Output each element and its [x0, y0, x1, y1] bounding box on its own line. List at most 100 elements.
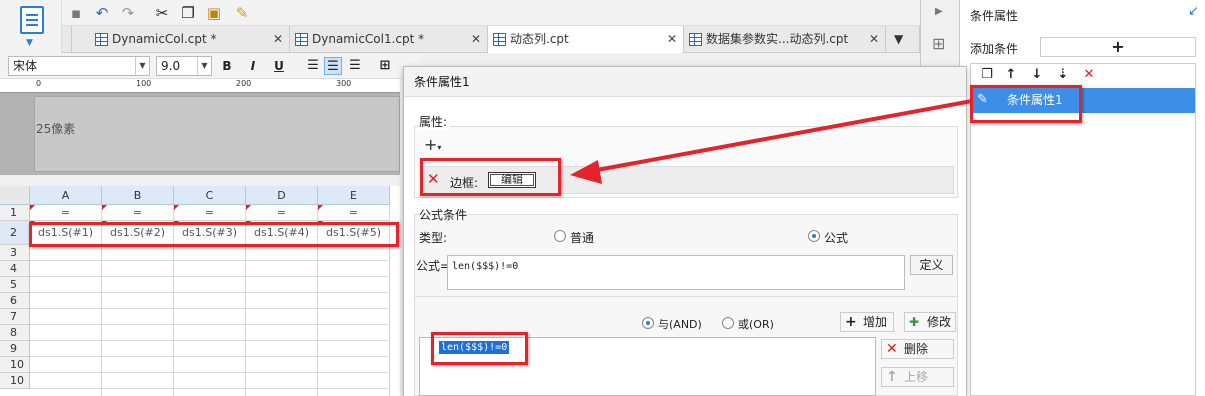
arrow-down-icon[interactable]: ↓ [1028, 66, 1046, 84]
border-icon[interactable]: ⊞ [376, 57, 394, 75]
row-header[interactable]: 4 [0, 261, 30, 277]
plus-icon: + [424, 135, 438, 154]
chevron-down-icon[interactable]: ▼ [197, 57, 211, 75]
tab-dynamiccol[interactable]: DynamicCol.cpt * ✕ [90, 26, 290, 53]
font-size-select[interactable]: 9.0 ▼ [156, 56, 212, 76]
and-radio[interactable] [642, 317, 654, 329]
empty-cells[interactable] [30, 245, 390, 396]
row-header[interactable]: 6 [0, 293, 30, 309]
column-header[interactable]: B [102, 186, 174, 205]
row-header[interactable]: 9 [0, 341, 30, 357]
cell-c1[interactable]: = [174, 205, 246, 221]
cell-e1[interactable]: = [318, 205, 390, 221]
properties-label: 属性: [419, 113, 451, 130]
dialog-title: 条件属性1 [414, 75, 470, 89]
file-tabs: DynamicCol.cpt * ✕ DynamicCol1.cpt * ✕ 动… [62, 26, 920, 53]
row-header[interactable]: 5 [0, 277, 30, 293]
table-icon [295, 33, 308, 46]
tab-dynamiccol1[interactable]: DynamicCol1.cpt * ✕ [290, 26, 488, 53]
column-header[interactable]: E [318, 186, 390, 205]
report-header-area[interactable] [34, 96, 400, 172]
column-header[interactable]: C [174, 186, 246, 205]
annotation-box-condition [970, 85, 1082, 123]
cut-icon[interactable]: ✂ [152, 3, 172, 23]
modify-button[interactable]: ✚ 修改 [904, 312, 956, 332]
table-icon [493, 33, 506, 46]
close-icon[interactable]: ✕ [869, 26, 879, 53]
cell-d1[interactable]: = [246, 205, 318, 221]
format-toolbar: 宋体 ▼ 9.0 ▼ B I U ☰ ☰ ☰ ⊞ [0, 53, 420, 79]
add-condition-item-button[interactable]: + 增加 [840, 312, 894, 332]
add-property-button[interactable]: +▾ [424, 136, 454, 154]
save-icon[interactable]: ▪ [66, 3, 86, 23]
add-condition-button[interactable]: + [1040, 37, 1196, 57]
delete-button[interactable]: ✕ 删除 [881, 339, 954, 359]
annotation-box-formula [431, 332, 528, 365]
arrow-up-icon: ↑ [886, 369, 898, 385]
add-condition-label: 添加条件 [970, 42, 1019, 56]
tab-label: DynamicCol.cpt * [112, 32, 217, 46]
cell-a1[interactable]: = [30, 205, 102, 221]
button-label: 增加 [863, 315, 888, 329]
type-formula-radio[interactable] [808, 230, 820, 242]
move-up-button[interactable]: ↑ 上移 [881, 367, 954, 387]
type-normal-radio[interactable] [554, 230, 566, 242]
italic-button[interactable]: I [244, 57, 262, 75]
ruler-tick: 0 [36, 79, 42, 88]
ruler-tick: 100 [136, 79, 152, 88]
or-label[interactable]: 或(OR) [738, 316, 774, 332]
undo-icon[interactable]: ↶ [92, 3, 112, 23]
type-normal-label[interactable]: 普通 [570, 229, 594, 246]
align-center-icon[interactable]: ☰ [324, 57, 342, 75]
and-label[interactable]: 与(AND) [658, 316, 702, 332]
format-brush-icon[interactable]: ✎ [232, 3, 252, 23]
formula-input[interactable]: len($$$)!=0 [447, 255, 905, 290]
tab-dongtailie[interactable]: 动态列.cpt ✕ [488, 26, 684, 53]
tab-label: DynamicCol1.cpt * [312, 32, 425, 46]
row-header[interactable]: 3 [0, 245, 30, 261]
type-formula-label[interactable]: 公式 [824, 229, 848, 246]
row-header[interactable]: 10 [0, 357, 30, 373]
redo-icon[interactable]: ↷ [118, 3, 138, 23]
bold-button[interactable]: B [218, 57, 236, 75]
corner-cell[interactable] [0, 186, 30, 205]
pin-icon[interactable]: ↙ [1188, 4, 1199, 19]
formula-label: 公式= [416, 259, 451, 273]
template-icon[interactable] [20, 6, 44, 34]
align-right-icon[interactable]: ☰ [346, 57, 364, 75]
delete-icon[interactable]: ✕ [1080, 66, 1098, 84]
button-label: 修改 [927, 315, 952, 329]
close-icon[interactable]: ✕ [471, 26, 481, 53]
or-radio[interactable] [722, 317, 734, 329]
define-button[interactable]: 定义 [910, 255, 953, 275]
layout-icon[interactable]: ⊞ [932, 34, 945, 53]
tab-scroll[interactable] [62, 26, 72, 53]
close-icon[interactable]: ✕ [273, 26, 283, 53]
tab-list-icon[interactable]: ▼ [886, 26, 920, 53]
close-icon[interactable]: ✕ [667, 26, 677, 53]
move-bottom-icon[interactable]: ⇣ [1054, 66, 1072, 84]
row-header[interactable]: 7 [0, 309, 30, 325]
align-left-icon[interactable]: ☰ [304, 57, 322, 75]
row-header[interactable]: 2 [0, 221, 30, 245]
chevron-down-icon[interactable]: ▼ [26, 38, 33, 48]
button-label: 删除 [904, 342, 929, 356]
chevron-right-icon[interactable]: ▶ [935, 6, 943, 17]
column-header[interactable]: A [30, 186, 102, 205]
paste-icon[interactable]: ▣ [204, 3, 224, 23]
copy-icon[interactable]: ❐ [978, 66, 996, 84]
ruler-tick: 300 [336, 79, 352, 88]
row-header[interactable]: 1 [0, 205, 30, 221]
column-header[interactable]: D [246, 186, 318, 205]
tab-dataset-params[interactable]: 数据集参数实...动态列.cpt ✕ [684, 26, 886, 53]
formula-condition-label: 公式条件 [419, 208, 468, 222]
row-header[interactable]: 8 [0, 325, 30, 341]
cell-b1[interactable]: = [102, 205, 174, 221]
chevron-down-icon[interactable]: ▼ [135, 57, 149, 75]
arrow-up-icon[interactable]: ↑ [1002, 66, 1020, 84]
underline-button[interactable]: U [270, 57, 288, 75]
font-family-select[interactable]: 宋体 ▼ [8, 56, 150, 76]
row-header[interactable]: 10 [0, 373, 30, 389]
copy-icon[interactable]: ❐ [178, 3, 198, 23]
tab-label: 数据集参数实...动态列.cpt [706, 32, 849, 46]
